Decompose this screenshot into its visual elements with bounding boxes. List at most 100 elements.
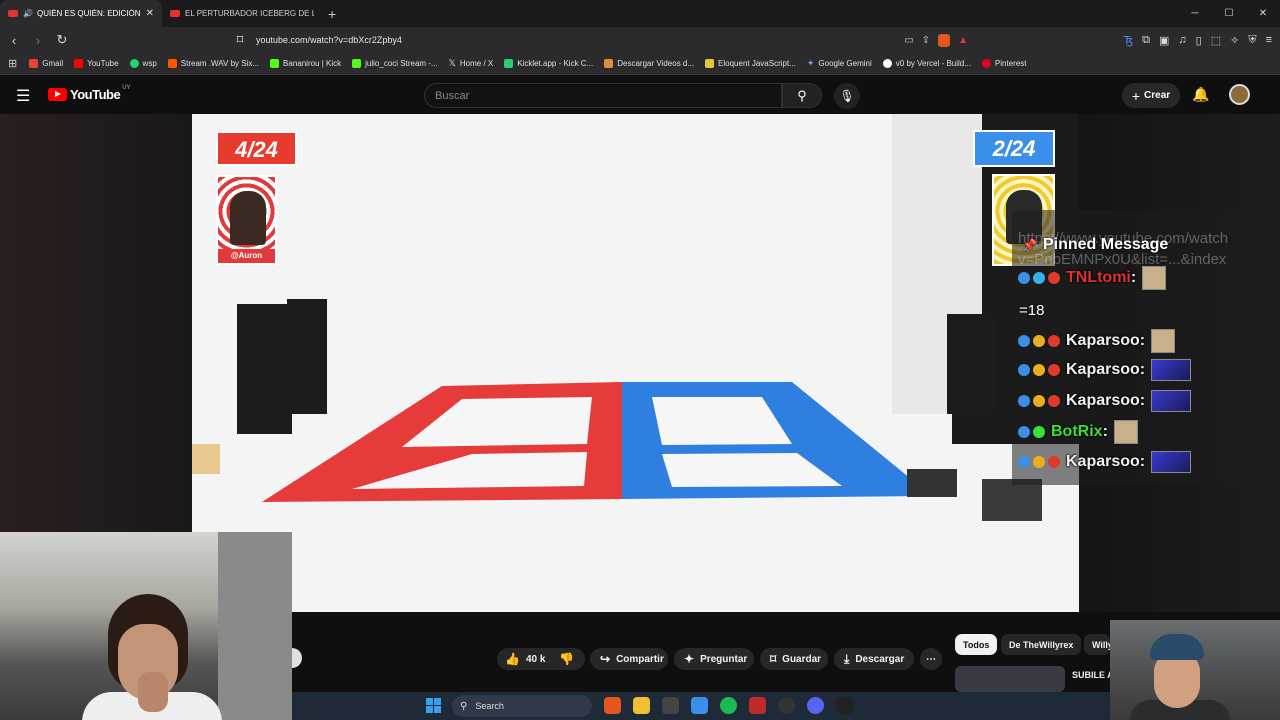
recommended-title[interactable]: SUBILE A	[1072, 670, 1114, 680]
voice-search-button[interactable]: 🎙	[834, 83, 860, 109]
capcut-icon[interactable]	[836, 697, 853, 714]
extensions-icon[interactable]: ⧉	[1142, 34, 1150, 47]
more-actions-button[interactable]: ⋯	[920, 648, 942, 670]
bookmark-gemini[interactable]: ✦ Google Gemini	[807, 58, 872, 69]
windows-start-icon[interactable]	[426, 698, 441, 713]
bookmark-gmail[interactable]: Gmail	[29, 59, 63, 68]
toolbar-extensions: Ꜩ ⧉ ▣ ♫ ▯ ⬚ ✧ ⛨ ≡	[1123, 27, 1272, 53]
speaker-icon[interactable]: 🔊	[23, 9, 33, 18]
notifications-bell-icon[interactable]: 🔔	[1192, 86, 1209, 103]
chat-message: TNLtomi:	[1018, 266, 1167, 290]
browser-tab-bar: 🔊 QUIÉN ES QUIÉN: EDICIÓN F ✕ EL PERTURB…	[0, 0, 1280, 27]
search-input[interactable]: Buscar	[424, 83, 782, 108]
sword-badge-icon	[1018, 272, 1030, 284]
save-button[interactable]: ⌑ Guardar	[760, 648, 828, 670]
chat-emote	[1113, 420, 1138, 444]
pinned-title: Pinned Message	[1042, 236, 1169, 253]
url-text[interactable]: youtube.com/watch?v=dbXcr2Zpby4	[256, 35, 402, 45]
sidebar-icon[interactable]: ▯	[1196, 34, 1202, 47]
create-label: Crear	[1144, 90, 1171, 101]
bookmark-julio-coci[interactable]: julio_coci Stream -...	[352, 59, 438, 68]
chat-colon: :	[1139, 453, 1146, 470]
close-tab-icon[interactable]: ✕	[146, 8, 154, 19]
chat-colon: :	[1139, 392, 1146, 409]
share-button[interactable]: ↪ Compartir	[590, 648, 668, 670]
youtube-logo[interactable]: YouTube UY	[48, 85, 131, 102]
menu-icon[interactable]: ≡	[1266, 34, 1272, 46]
translate-icon[interactable]: Ꜩ	[1123, 34, 1133, 47]
bookmark-youtube[interactable]: YouTube	[74, 59, 119, 68]
tab-active[interactable]: 🔊 QUIÉN ES QUIÉN: EDICIÓN F ✕	[0, 0, 162, 27]
minimize-button[interactable]: ─	[1178, 0, 1212, 27]
chip-willy[interactable]: Willy	[1084, 634, 1110, 655]
brave-rewards-icon[interactable]: ▲	[958, 35, 968, 46]
leo-ai-icon[interactable]: ✧	[1230, 34, 1239, 47]
search-button[interactable]: ⚲	[782, 83, 822, 108]
like-count: 40 k	[525, 653, 546, 665]
brave-shields-icon[interactable]	[938, 33, 951, 47]
like-button[interactable]: 👍 40 k 👎	[497, 648, 585, 670]
bookmark-label: Pinterest	[994, 59, 1027, 68]
chip-de-thewillyrex[interactable]: De TheWillyrex	[1001, 634, 1082, 655]
photos-icon[interactable]	[691, 697, 708, 714]
discord-icon[interactable]	[807, 697, 824, 714]
plus-icon: +	[1131, 87, 1141, 104]
more-dots-icon: ⋯	[926, 653, 936, 665]
bookmark-descargar[interactable]: Descargar Videos d...	[604, 59, 694, 68]
address-bar[interactable]: youtube.com/watch?v=dbXcr2Zpby4 ▭ ⇪ ▲	[222, 29, 972, 51]
chip-todos[interactable]: Todos	[955, 634, 998, 655]
brave-browser-icon[interactable]	[604, 697, 621, 714]
chat-username: TNLtomi	[1066, 269, 1131, 286]
bookmark-eloquent-js[interactable]: Eloquent JavaScript...	[705, 59, 796, 68]
menu-hamburger-icon[interactable]: ☰	[16, 86, 30, 106]
terminal-icon[interactable]	[662, 697, 679, 714]
streamer-hand	[138, 672, 168, 712]
chat-emote	[1151, 329, 1176, 353]
bookmark-stream-wav[interactable]: Stream .WAV by Six...	[167, 59, 259, 68]
steam-icon[interactable]	[778, 697, 795, 714]
dislike-icon[interactable]: 👎	[559, 652, 574, 666]
wallet-icon[interactable]: ▣	[1159, 34, 1169, 47]
bookmark-wsp[interactable]: wsp	[129, 59, 157, 68]
bookmark-kicklet[interactable]: Kicklet.app - Kick C...	[504, 59, 593, 68]
downloads-icon[interactable]: ⬚	[1211, 34, 1221, 47]
bookmark-bananirou[interactable]: Bananirou | Kick	[270, 59, 341, 68]
maximize-button[interactable]: ☐	[1212, 0, 1246, 27]
voicemeeter-icon[interactable]	[749, 697, 766, 714]
vpn-icon[interactable]: ⛨	[1248, 34, 1256, 47]
video-player[interactable]: 4/24 2/24 @Auron	[192, 114, 1079, 612]
taskbar-search[interactable]: ⚲ Search	[452, 695, 592, 717]
kicklet-icon	[504, 59, 514, 68]
spotify-icon[interactable]	[720, 697, 737, 714]
chat-message: Kaparsoo:	[1018, 390, 1192, 412]
tab-inactive[interactable]: EL PERTURBADOR ICEBERG DE LOS J	[162, 0, 322, 27]
player-handle: @Auron	[218, 249, 275, 263]
bookmark-v0[interactable]: v0 by Vercel - Build...	[882, 59, 971, 68]
reload-icon[interactable]: ↻	[52, 32, 72, 48]
recommended-thumbnail[interactable]	[955, 666, 1065, 692]
ask-button[interactable]: ✦ Preguntar	[674, 648, 754, 670]
verified-badge-icon	[1033, 426, 1045, 438]
close-window-button[interactable]: ✕	[1246, 0, 1280, 27]
apps-grid-icon[interactable]: ⊞	[8, 57, 17, 70]
streamer-webcam-left	[0, 532, 292, 720]
file-explorer-icon[interactable]	[633, 697, 650, 714]
cast-icon[interactable]: ▭	[904, 35, 913, 46]
chat-colon: :	[1130, 269, 1137, 286]
user-avatar[interactable]	[1229, 84, 1250, 105]
download-button[interactable]: ⤓ Descargar	[834, 648, 914, 670]
create-button[interactable]: + Crear	[1122, 83, 1180, 108]
window-controls: ─ ☐ ✕	[1178, 0, 1280, 27]
bookmark-home-x[interactable]: 𝕏 Home / X	[449, 58, 494, 69]
share-page-icon[interactable]: ⇪	[922, 35, 930, 46]
new-tab-button[interactable]: +	[328, 6, 336, 22]
streamer-cap	[1150, 634, 1204, 660]
sword-badge-icon	[1018, 426, 1030, 438]
chat-message: Kaparsoo:	[1018, 451, 1192, 473]
media-icon[interactable]: ♫	[1178, 34, 1186, 46]
back-icon[interactable]: ‹	[4, 33, 24, 48]
bookmark-pinterest[interactable]: Pinterest	[981, 59, 1027, 68]
bookmark-label: julio_coci Stream -...	[365, 59, 438, 68]
forward-icon[interactable]: ›	[28, 33, 48, 48]
sub-badge-icon	[1048, 335, 1060, 347]
